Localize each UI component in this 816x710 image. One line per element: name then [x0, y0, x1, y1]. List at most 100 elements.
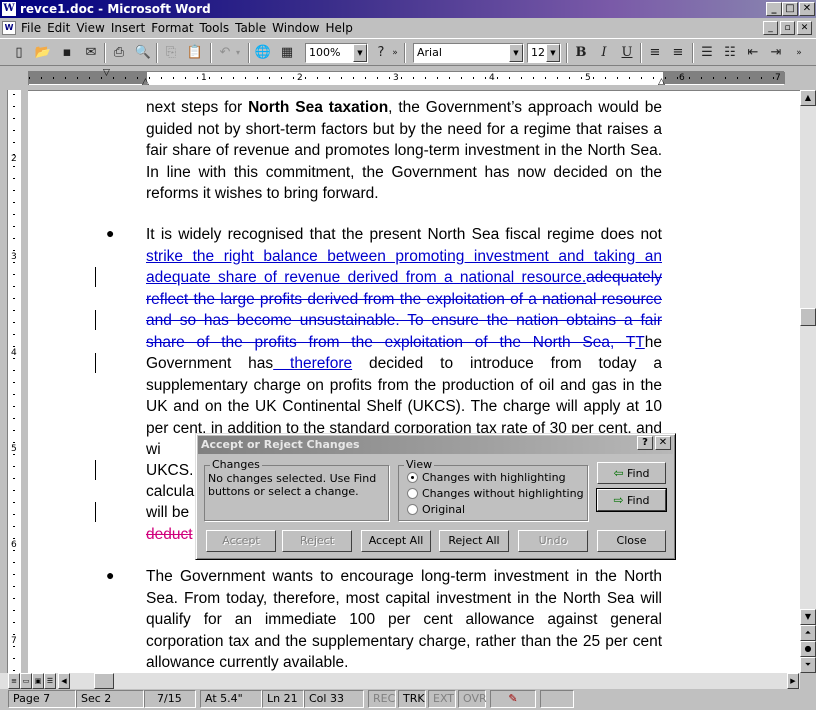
find-previous-button[interactable]: ⇦ Find — [597, 462, 666, 484]
normal-view-icon[interactable]: ≡ — [8, 673, 20, 689]
horizontal-ruler[interactable]: 1 2 3 4 5 6 7 ▽ △ △ — [0, 67, 816, 89]
web-hyperlink-icon[interactable]: 🌐 — [252, 42, 274, 64]
select-browse-object-icon[interactable]: ● — [800, 641, 816, 657]
doc-minimize-button[interactable]: _ — [763, 21, 778, 35]
maximize-button[interactable]: □ — [782, 2, 798, 16]
menu-format[interactable]: Format — [148, 18, 196, 38]
doc-close-button[interactable]: ✕ — [797, 21, 812, 35]
radio-changes-with-highlighting[interactable]: Changes with highlighting — [407, 471, 566, 485]
underline-icon[interactable]: U — [616, 42, 638, 64]
vertical-scrollbar[interactable]: ▲ ▼ ⏶ ● ⏷ — [800, 90, 816, 673]
vertical-ruler[interactable]: 2 3 4 5 6 7 — [0, 90, 28, 673]
previous-page-icon[interactable]: ⏶ — [800, 625, 816, 641]
open-folder-icon[interactable]: 📂 — [32, 42, 54, 64]
menu-file[interactable]: File — [18, 18, 44, 38]
numbering-icon[interactable]: ☰ — [696, 42, 718, 64]
find-next-button[interactable]: ⇨ Find — [596, 488, 667, 512]
accept-all-button[interactable]: Accept All — [361, 530, 431, 552]
minimize-button[interactable]: _ — [766, 2, 782, 16]
dialog-close-icon[interactable]: ✕ — [655, 436, 671, 450]
bold-icon[interactable]: B — [570, 42, 592, 64]
vruler-tick — [13, 154, 15, 155]
tracked-insertion[interactable]: therefore — [273, 355, 352, 372]
menu-window[interactable]: Window — [269, 18, 322, 38]
menu-table[interactable]: Table — [232, 18, 269, 38]
ruler-tick — [341, 77, 342, 79]
italic-icon[interactable]: I — [593, 42, 615, 64]
chevron-down-icon[interactable]: ▼ — [546, 44, 560, 62]
scroll-up-icon[interactable]: ▲ — [800, 90, 816, 106]
menu-help[interactable]: Help — [322, 18, 355, 38]
print-layout-view-icon[interactable]: ▣ — [32, 673, 44, 689]
scroll-down-icon[interactable]: ▼ — [800, 609, 816, 625]
zoom-select[interactable]: 100% ▼ — [305, 43, 368, 63]
more-buttons-icon[interactable]: » — [792, 42, 806, 64]
radio-changes-without-highlighting[interactable]: Changes without highlighting — [407, 487, 584, 501]
hanging-indent-marker[interactable]: △ — [142, 78, 149, 87]
print-icon[interactable]: ⎙ — [108, 42, 130, 64]
reject-button[interactable]: Reject — [282, 530, 352, 552]
ruler-tick — [365, 77, 366, 79]
spelling-status-icon[interactable]: ✎ — [490, 690, 536, 708]
increase-indent-icon[interactable]: ⇥ — [765, 42, 787, 64]
accept-button[interactable]: Accept — [206, 530, 276, 552]
horizontal-scrollbar[interactable]: ≡ ▭ ▣ ☰ ◀ ▶ — [0, 673, 800, 689]
chevron-down-icon[interactable]: ▼ — [509, 44, 523, 62]
tracked-insertion[interactable]: strike the right balance between promoti… — [146, 248, 662, 287]
first-line-indent-marker[interactable]: ▽ — [103, 69, 110, 78]
undo-button[interactable]: Undo — [518, 530, 588, 552]
close-button[interactable]: Close — [597, 530, 666, 552]
text-run: It is widely recognised that the present… — [146, 226, 662, 243]
hscroll-thumb[interactable] — [94, 673, 114, 689]
radio-selected-icon[interactable] — [407, 472, 418, 483]
outline-view-icon[interactable]: ☰ — [44, 673, 56, 689]
scroll-thumb[interactable] — [800, 308, 816, 326]
scroll-left-icon[interactable]: ◀ — [58, 673, 70, 689]
next-page-icon[interactable]: ⏷ — [800, 657, 816, 673]
font-size-select[interactable]: 12 ▼ — [527, 43, 561, 63]
paste-icon[interactable]: 📋 — [184, 42, 206, 64]
menu-tools[interactable]: Tools — [197, 18, 233, 38]
status-ovr[interactable]: OVR — [458, 690, 487, 708]
align-center-icon[interactable]: ≡ — [667, 42, 689, 64]
close-window-button[interactable]: ✕ — [799, 2, 815, 16]
scroll-right-icon[interactable]: ▶ — [787, 673, 799, 689]
reject-all-button[interactable]: Reject All — [439, 530, 509, 552]
web-layout-view-icon[interactable]: ▭ — [20, 673, 32, 689]
font-select[interactable]: Arial ▼ — [413, 43, 524, 63]
tracked-deletion[interactable]: deduct — [146, 526, 193, 543]
radio-icon[interactable] — [407, 488, 418, 499]
status-ext[interactable]: EXT — [428, 690, 456, 708]
print-preview-icon[interactable]: 🔍 — [132, 42, 154, 64]
tracked-insertion[interactable]: T — [635, 334, 644, 351]
status-section: Sec 2 — [76, 690, 144, 708]
undo-dropdown-icon[interactable]: ▾ — [232, 42, 244, 64]
document-page[interactable]: next steps for North Sea taxation, the G… — [28, 90, 800, 673]
ruler-tick — [617, 77, 618, 79]
word-app-icon[interactable]: W — [2, 2, 16, 16]
new-document-icon[interactable]: ▯ — [8, 42, 30, 64]
menu-insert[interactable]: Insert — [108, 18, 148, 38]
dialog-help-button[interactable]: ? — [637, 436, 653, 450]
right-indent-marker[interactable]: △ — [658, 78, 665, 87]
table-grid-icon[interactable]: ▦ — [276, 42, 298, 64]
radio-icon[interactable] — [407, 504, 418, 515]
document-control-icon[interactable]: W — [2, 21, 16, 35]
menu-edit[interactable]: Edit — [44, 18, 73, 38]
decrease-indent-icon[interactable]: ⇤ — [742, 42, 764, 64]
bullets-icon[interactable]: ☷ — [719, 42, 741, 64]
status-rec[interactable]: REC — [368, 690, 396, 708]
menu-view[interactable]: View — [73, 18, 107, 38]
align-left-icon[interactable]: ≡ — [644, 42, 666, 64]
email-icon[interactable]: ✉ — [80, 42, 102, 64]
status-trk[interactable]: TRK — [398, 690, 426, 708]
more-buttons-icon[interactable]: » — [390, 42, 400, 64]
vruler-tick — [13, 262, 15, 263]
doc-restore-button[interactable]: ▫ — [780, 21, 795, 35]
save-disk-icon[interactable]: ▪ — [56, 42, 78, 64]
help-icon[interactable]: ? — [370, 42, 392, 64]
dialog-title-bar[interactable]: Accept or Reject Changes — [198, 436, 673, 454]
copy-icon[interactable]: ⎘ — [160, 42, 182, 64]
chevron-down-icon[interactable]: ▼ — [353, 44, 367, 62]
radio-original[interactable]: Original — [407, 503, 465, 517]
